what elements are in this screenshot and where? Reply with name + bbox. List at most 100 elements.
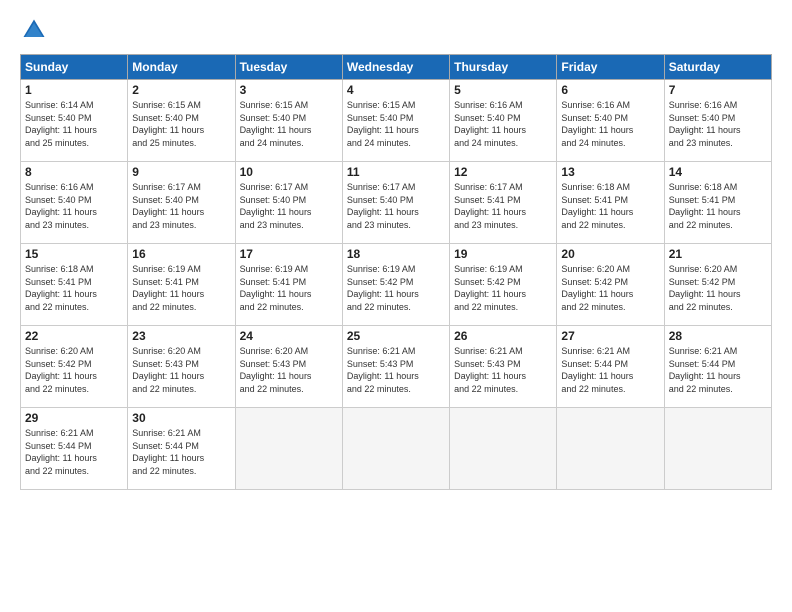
calendar-cell: 24Sunrise: 6:20 AMSunset: 5:43 PMDayligh… bbox=[235, 326, 342, 408]
calendar-table: SundayMondayTuesdayWednesdayThursdayFrid… bbox=[20, 54, 772, 490]
cell-content: Sunrise: 6:15 AMSunset: 5:40 PMDaylight:… bbox=[132, 99, 230, 149]
calendar-cell: 29 Sunrise: 6:21 AMSunset: 5:44 PMDayligh… bbox=[21, 408, 128, 490]
cell-content: Sunrise: 6:17 AMSunset: 5:41 PMDaylight:… bbox=[454, 181, 552, 231]
week-row-2: 8 Sunrise: 6:16 AMSunset: 5:40 PMDaylight… bbox=[21, 162, 772, 244]
calendar-cell bbox=[450, 408, 557, 490]
day-number: 23 bbox=[132, 329, 230, 343]
cell-content: Sunrise: 6:15 AMSunset: 5:40 PMDaylight:… bbox=[347, 99, 445, 149]
day-number: 2 bbox=[132, 83, 230, 97]
cell-content: Sunrise: 6:17 AMSunset: 5:40 PMDaylight:… bbox=[132, 181, 230, 231]
cell-content: Sunrise: 6:16 AMSunset: 5:40 PMDaylight:… bbox=[25, 181, 123, 231]
day-number: 17 bbox=[240, 247, 338, 261]
week-row-5: 29 Sunrise: 6:21 AMSunset: 5:44 PMDayligh… bbox=[21, 408, 772, 490]
day-number: 14 bbox=[669, 165, 767, 179]
cell-content: Sunrise: 6:19 AMSunset: 5:42 PMDaylight:… bbox=[347, 263, 445, 313]
cell-content: Sunrise: 6:15 AMSunset: 5:40 PMDaylight:… bbox=[240, 99, 338, 149]
cell-content: Sunrise: 6:17 AMSunset: 5:40 PMDaylight:… bbox=[240, 181, 338, 231]
calendar-cell: 3 Sunrise: 6:15 AMSunset: 5:40 PMDaylight… bbox=[235, 80, 342, 162]
cell-content: Sunrise: 6:18 AMSunset: 5:41 PMDaylight:… bbox=[561, 181, 659, 231]
calendar-cell: 27Sunrise: 6:21 AMSunset: 5:44 PMDayligh… bbox=[557, 326, 664, 408]
day-number: 5 bbox=[454, 83, 552, 97]
cell-content: Sunrise: 6:18 AMSunset: 5:41 PMDaylight:… bbox=[669, 181, 767, 231]
week-row-4: 22 Sunrise: 6:20 AMSunset: 5:42 PMDayligh… bbox=[21, 326, 772, 408]
cell-content: Sunrise: 6:16 AMSunset: 5:40 PMDaylight:… bbox=[561, 99, 659, 149]
calendar-cell: 20 Sunrise: 6:20 AMSunset: 5:42 PMDayligh… bbox=[557, 244, 664, 326]
week-row-1: 1Sunrise: 6:14 AMSunset: 5:40 PMDaylight… bbox=[21, 80, 772, 162]
calendar-cell: 2 Sunrise: 6:15 AMSunset: 5:40 PMDaylight… bbox=[128, 80, 235, 162]
day-number: 21 bbox=[669, 247, 767, 261]
calendar-cell: 30 Sunrise: 6:21 AMSunset: 5:44 PMDayligh… bbox=[128, 408, 235, 490]
calendar-cell: 10 Sunrise: 6:17 AMSunset: 5:40 PMDayligh… bbox=[235, 162, 342, 244]
day-number: 1 bbox=[25, 83, 123, 97]
day-number: 26 bbox=[454, 329, 552, 343]
day-number: 12 bbox=[454, 165, 552, 179]
cell-content: Sunrise: 6:21 AMSunset: 5:44 PMDaylight:… bbox=[561, 345, 659, 395]
cell-content: Sunrise: 6:17 AMSunset: 5:40 PMDaylight:… bbox=[347, 181, 445, 231]
day-number: 30 bbox=[132, 411, 230, 425]
calendar-cell: 11 Sunrise: 6:17 AMSunset: 5:40 PMDayligh… bbox=[342, 162, 449, 244]
calendar-cell: 25 Sunrise: 6:21 AMSunset: 5:43 PMDayligh… bbox=[342, 326, 449, 408]
day-number: 20 bbox=[561, 247, 659, 261]
header-row: SundayMondayTuesdayWednesdayThursdayFrid… bbox=[21, 55, 772, 80]
calendar-cell: 21 Sunrise: 6:20 AMSunset: 5:42 PMDayligh… bbox=[664, 244, 771, 326]
calendar-cell: 26 Sunrise: 6:21 AMSunset: 5:43 PMDayligh… bbox=[450, 326, 557, 408]
day-number: 11 bbox=[347, 165, 445, 179]
calendar-cell: 19 Sunrise: 6:19 AMSunset: 5:42 PMDayligh… bbox=[450, 244, 557, 326]
calendar-cell: 12 Sunrise: 6:17 AMSunset: 5:41 PMDayligh… bbox=[450, 162, 557, 244]
cell-content: Sunrise: 6:21 AMSunset: 5:44 PMDaylight:… bbox=[669, 345, 767, 395]
calendar-cell: 22 Sunrise: 6:20 AMSunset: 5:42 PMDayligh… bbox=[21, 326, 128, 408]
day-number: 8 bbox=[25, 165, 123, 179]
cell-content: Sunrise: 6:19 AMSunset: 5:41 PMDaylight:… bbox=[132, 263, 230, 313]
calendar-cell: 7Sunrise: 6:16 AMSunset: 5:40 PMDaylight… bbox=[664, 80, 771, 162]
calendar-cell: 17 Sunrise: 6:19 AMSunset: 5:41 PMDayligh… bbox=[235, 244, 342, 326]
day-number: 19 bbox=[454, 247, 552, 261]
cell-content: Sunrise: 6:20 AMSunset: 5:42 PMDaylight:… bbox=[25, 345, 123, 395]
calendar-cell: 6 Sunrise: 6:16 AMSunset: 5:40 PMDaylight… bbox=[557, 80, 664, 162]
day-number: 16 bbox=[132, 247, 230, 261]
day-number: 10 bbox=[240, 165, 338, 179]
calendar-cell bbox=[235, 408, 342, 490]
cell-content: Sunrise: 6:21 AMSunset: 5:43 PMDaylight:… bbox=[454, 345, 552, 395]
col-header-sunday: Sunday bbox=[21, 55, 128, 80]
day-number: 22 bbox=[25, 329, 123, 343]
cell-content: Sunrise: 6:19 AMSunset: 5:41 PMDaylight:… bbox=[240, 263, 338, 313]
col-header-wednesday: Wednesday bbox=[342, 55, 449, 80]
col-header-monday: Monday bbox=[128, 55, 235, 80]
cell-content: Sunrise: 6:21 AMSunset: 5:44 PMDaylight:… bbox=[25, 427, 123, 477]
calendar-cell bbox=[557, 408, 664, 490]
calendar-cell: 16 Sunrise: 6:19 AMSunset: 5:41 PMDayligh… bbox=[128, 244, 235, 326]
calendar-cell: 5 Sunrise: 6:16 AMSunset: 5:40 PMDaylight… bbox=[450, 80, 557, 162]
col-header-tuesday: Tuesday bbox=[235, 55, 342, 80]
cell-content: Sunrise: 6:16 AMSunset: 5:40 PMDaylight:… bbox=[454, 99, 552, 149]
day-number: 3 bbox=[240, 83, 338, 97]
cell-content: Sunrise: 6:20 AMSunset: 5:43 PMDaylight:… bbox=[132, 345, 230, 395]
day-number: 29 bbox=[25, 411, 123, 425]
cell-content: Sunrise: 6:21 AMSunset: 5:44 PMDaylight:… bbox=[132, 427, 230, 477]
day-number: 7 bbox=[669, 83, 767, 97]
col-header-friday: Friday bbox=[557, 55, 664, 80]
cell-content: Sunrise: 6:21 AMSunset: 5:43 PMDaylight:… bbox=[347, 345, 445, 395]
calendar-cell: 4 Sunrise: 6:15 AMSunset: 5:40 PMDaylight… bbox=[342, 80, 449, 162]
day-number: 25 bbox=[347, 329, 445, 343]
calendar-cell: 14 Sunrise: 6:18 AMSunset: 5:41 PMDayligh… bbox=[664, 162, 771, 244]
cell-content: Sunrise: 6:18 AMSunset: 5:41 PMDaylight:… bbox=[25, 263, 123, 313]
calendar-cell: 1Sunrise: 6:14 AMSunset: 5:40 PMDaylight… bbox=[21, 80, 128, 162]
calendar-cell: 23 Sunrise: 6:20 AMSunset: 5:43 PMDayligh… bbox=[128, 326, 235, 408]
day-number: 18 bbox=[347, 247, 445, 261]
logo-icon bbox=[20, 16, 48, 44]
page: SundayMondayTuesdayWednesdayThursdayFrid… bbox=[0, 0, 792, 612]
col-header-thursday: Thursday bbox=[450, 55, 557, 80]
day-number: 15 bbox=[25, 247, 123, 261]
week-row-3: 15 Sunrise: 6:18 AMSunset: 5:41 PMDayligh… bbox=[21, 244, 772, 326]
calendar-cell: 13Sunrise: 6:18 AMSunset: 5:41 PMDayligh… bbox=[557, 162, 664, 244]
cell-content: Sunrise: 6:20 AMSunset: 5:42 PMDaylight:… bbox=[561, 263, 659, 313]
calendar-cell: 18 Sunrise: 6:19 AMSunset: 5:42 PMDayligh… bbox=[342, 244, 449, 326]
day-number: 6 bbox=[561, 83, 659, 97]
calendar-cell: 8 Sunrise: 6:16 AMSunset: 5:40 PMDaylight… bbox=[21, 162, 128, 244]
cell-content: Sunrise: 6:19 AMSunset: 5:42 PMDaylight:… bbox=[454, 263, 552, 313]
day-number: 4 bbox=[347, 83, 445, 97]
header bbox=[20, 16, 772, 44]
calendar-cell bbox=[664, 408, 771, 490]
day-number: 28 bbox=[669, 329, 767, 343]
cell-content: Sunrise: 6:20 AMSunset: 5:42 PMDaylight:… bbox=[669, 263, 767, 313]
